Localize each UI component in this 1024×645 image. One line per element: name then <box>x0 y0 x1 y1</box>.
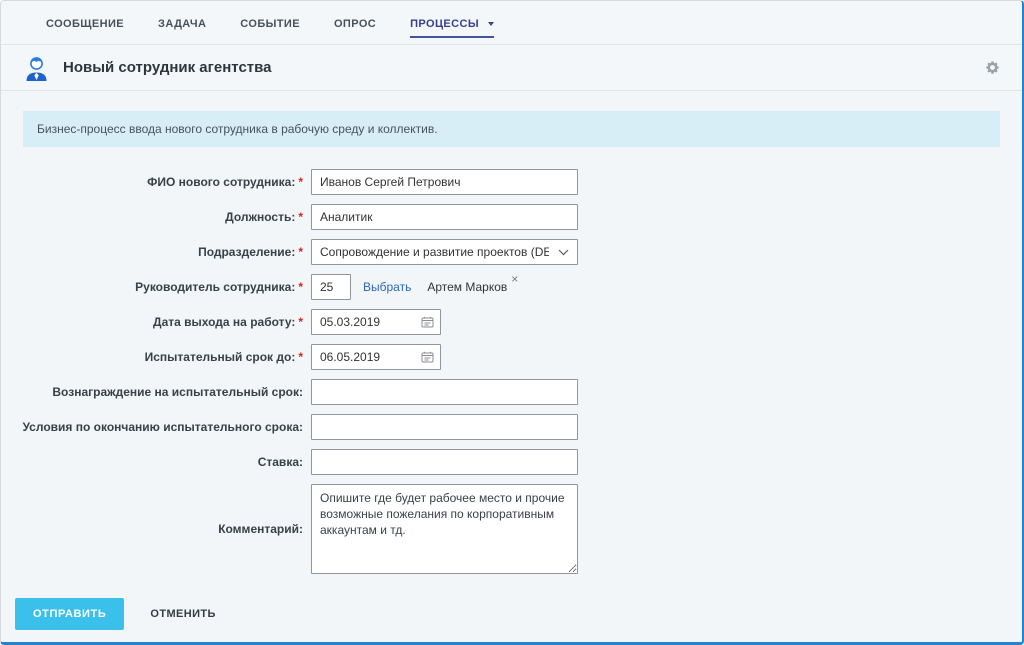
form-row-department: Подразделение:* Сопровождение и развитие… <box>1 239 1022 265</box>
form-row-manager: Руководитель сотрудника:* Выбрать Артем … <box>1 274 1022 300</box>
calendar-icon[interactable] <box>421 351 434 363</box>
required-mark: * <box>298 280 303 294</box>
position-label-text: Должность: <box>225 210 295 224</box>
post-probation-terms-label-text: Условия по окончанию испытательного срок… <box>22 420 303 434</box>
manager-label: Руководитель сотрудника:* <box>1 280 303 295</box>
submit-button[interactable]: ОТПРАВИТЬ <box>15 598 124 630</box>
fio-input[interactable] <box>311 169 578 195</box>
rate-input[interactable] <box>311 449 578 475</box>
tab-message[interactable]: СООБЩЕНИЕ <box>46 2 124 44</box>
process-description-banner: Бизнес-процесс ввода нового сотрудника в… <box>23 111 1000 147</box>
required-mark: * <box>298 245 303 259</box>
new-employee-form: ФИО нового сотрудника:* Должность:* Подр… <box>1 169 1022 574</box>
form-row-position: Должность:* <box>1 204 1022 230</box>
cancel-button[interactable]: ОТМЕНИТЬ <box>144 607 221 621</box>
position-label: Должность:* <box>1 210 303 225</box>
form-row-probation-end: Испытательный срок до:* <box>1 344 1022 370</box>
tab-task[interactable]: ЗАДАЧА <box>158 2 206 44</box>
comment-textarea[interactable]: Опишите где будет рабочее место и прочие… <box>311 484 578 574</box>
probation-end-label-text: Испытательный срок до: <box>145 350 296 364</box>
feed-tabbar: СООБЩЕНИЕ ЗАДАЧА СОБЫТИЕ ОПРОС ПРОЦЕССЫ <box>1 1 1022 45</box>
comment-label: Комментарий: <box>1 522 303 537</box>
post-probation-terms-label: Условия по окончанию испытательного срок… <box>1 420 303 435</box>
position-input[interactable] <box>311 204 578 230</box>
employee-person-icon <box>23 54 50 82</box>
manager-label-text: Руководитель сотрудника: <box>135 280 295 294</box>
fio-label-text: ФИО нового сотрудника: <box>147 175 295 189</box>
form-row-fio: ФИО нового сотрудника:* <box>1 169 1022 195</box>
form-row-comment: Комментарий: Опишите где будет рабочее м… <box>1 484 1022 574</box>
start-date-label: Дата выхода на работу:* <box>1 315 303 330</box>
required-mark: * <box>298 350 303 364</box>
start-date-label-text: Дата выхода на работу: <box>153 315 295 329</box>
post-probation-terms-input[interactable] <box>311 414 578 440</box>
tab-processes[interactable]: ПРОЦЕССЫ <box>410 2 494 44</box>
department-label: Подразделение:* <box>1 245 303 260</box>
required-mark: * <box>298 175 303 189</box>
manager-choose-link[interactable]: Выбрать <box>363 280 411 294</box>
probation-end-label: Испытательный срок до:* <box>1 350 303 365</box>
form-row-post-probation-terms: Условия по окончанию испытательного срок… <box>1 414 1022 440</box>
chevron-down-icon <box>488 22 494 26</box>
process-form-window: СООБЩЕНИЕ ЗАДАЧА СОБЫТИЕ ОПРОС ПРОЦЕССЫ … <box>0 0 1024 645</box>
tab-event[interactable]: СОБЫТИЕ <box>240 2 300 44</box>
form-row-rate: Ставка: <box>1 449 1022 475</box>
calendar-icon[interactable] <box>421 316 434 328</box>
tab-poll[interactable]: ОПРОС <box>334 2 376 44</box>
required-mark: * <box>298 210 303 224</box>
manager-selected-name: Артем Марков <box>427 280 507 294</box>
department-label-text: Подразделение: <box>198 245 295 259</box>
tab-processes-label: ПРОЦЕССЫ <box>410 18 479 30</box>
form-row-probation-pay: Вознаграждение на испытательный срок: <box>1 379 1022 405</box>
form-actions: ОТПРАВИТЬ ОТМЕНИТЬ <box>15 598 1022 630</box>
comment-label-text: Комментарий: <box>218 522 303 536</box>
rate-label-text: Ставка: <box>258 455 303 469</box>
fio-label: ФИО нового сотрудника:* <box>1 175 303 190</box>
probation-pay-input[interactable] <box>311 379 578 405</box>
department-select[interactable]: Сопровождение и развитие проектов (DEV) <box>311 239 578 265</box>
rate-label: Ставка: <box>1 455 303 470</box>
close-icon[interactable]: × <box>511 272 518 286</box>
probation-pay-label: Вознаграждение на испытательный срок: <box>1 385 303 400</box>
gear-icon[interactable] <box>985 60 1000 75</box>
form-row-start-date: Дата выхода на работу:* <box>1 309 1022 335</box>
process-header: Новый сотрудник агентства <box>1 45 1022 91</box>
probation-pay-label-text: Вознаграждение на испытательный срок: <box>52 385 303 399</box>
page-title: Новый сотрудник агентства <box>63 59 272 76</box>
manager-id-input[interactable] <box>311 274 351 300</box>
required-mark: * <box>298 315 303 329</box>
